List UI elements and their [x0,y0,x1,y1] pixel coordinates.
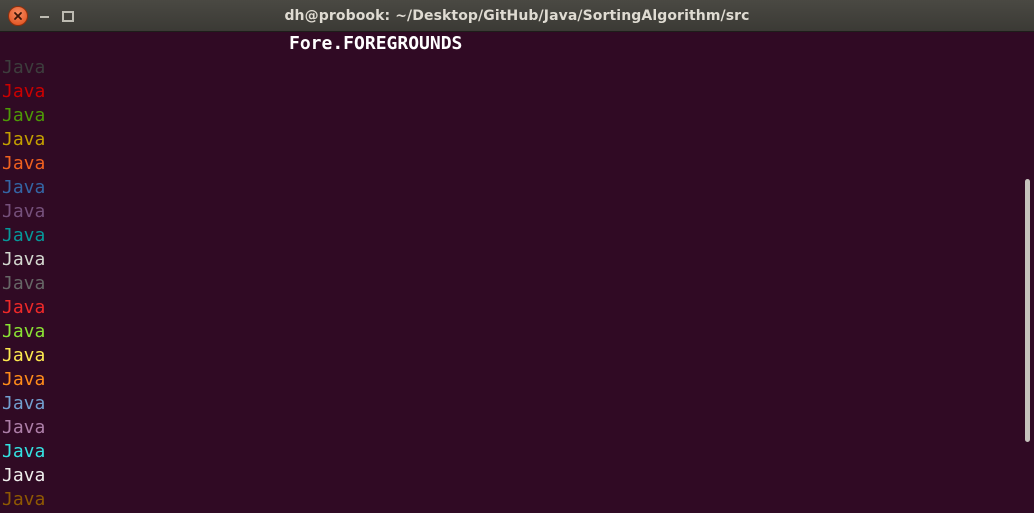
output-heading: Fore.FOREGROUNDS [289,33,463,54]
output-line: Java [2,369,46,390]
output-line: Java [2,105,46,126]
output-lines: Java Java Java Java Java Java Java Java Java Java… [2,56,45,512]
output-line: Java [2,201,46,222]
output-line: Java [2,297,46,318]
output-line: Java [2,273,46,294]
output-line: Java [2,441,46,462]
output-line: Java [2,321,46,342]
output-line: Java [2,153,46,174]
output-line: Java [2,225,46,246]
output-line: Java [2,129,46,150]
vertical-scrollbar[interactable] [1025,179,1030,442]
output-line: Java [2,393,46,414]
output-line: Java [2,177,46,198]
terminal-window: dh@probook: ~/Desktop/GitHub/Java/Sortin… [0,0,1034,513]
output-line: Java [2,465,46,486]
terminal-output[interactable]: Fore.FOREGROUNDS Java Java Java Java Java Jav… [0,32,1034,513]
output-line: Java [2,81,46,102]
window-title: dh@probook: ~/Desktop/GitHub/Java/Sortin… [284,8,750,24]
output-line: Java [2,417,46,438]
output-line: Java [2,57,46,78]
output-line: Java [2,249,46,270]
output-line: Java [2,489,46,510]
output-line: Java [2,345,46,366]
title-bar[interactable]: dh@probook: ~/Desktop/GitHub/Java/Sortin… [0,0,1034,32]
